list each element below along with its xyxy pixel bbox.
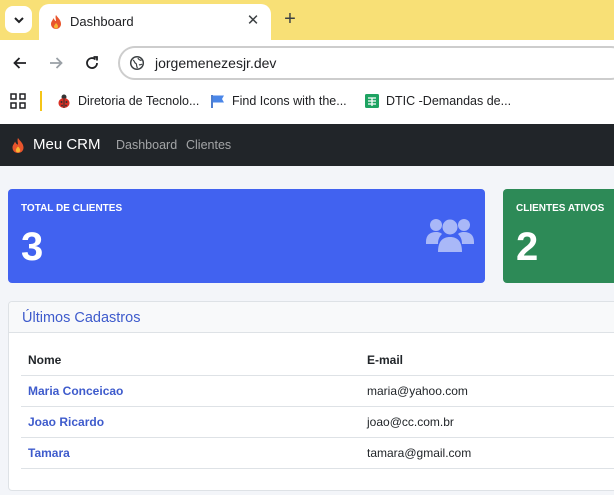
back-button[interactable] — [9, 52, 31, 74]
client-email: tamara@gmail.com — [367, 446, 472, 460]
client-name-link[interactable]: Maria Conceicao — [28, 384, 123, 398]
chevron-down-icon — [13, 16, 24, 23]
bookmarks-separator — [40, 91, 42, 111]
nav-link-clientes[interactable]: Clientes — [186, 138, 231, 152]
ladybug-icon — [58, 94, 70, 108]
fire-icon — [51, 15, 61, 29]
tab-search-button[interactable] — [5, 6, 32, 33]
stat-value: 3 — [21, 225, 44, 269]
reload-button[interactable] — [81, 52, 103, 74]
panel-title: Últimos Cadastros — [22, 310, 141, 326]
dashboard-page: TOTAL DE CLIENTES 3 CLIENTES ATIVOS 2 Úl… — [0, 166, 614, 495]
bookmark-label: DTIC -Demandas de... — [386, 94, 512, 108]
recent-clients-panel: Últimos Cadastros Nome E-mail Maria Conc… — [8, 301, 614, 491]
stat-card-clientes-ativos: CLIENTES ATIVOS 2 — [503, 189, 614, 283]
column-header-nome: Nome — [28, 353, 62, 367]
forward-arrow-icon — [50, 57, 63, 69]
fire-icon — [12, 138, 24, 153]
client-name-link[interactable]: Joao Ricardo — [28, 415, 104, 429]
tab-title: Dashboard — [70, 14, 134, 29]
forward-button[interactable] — [45, 52, 67, 74]
stat-label: TOTAL DE CLIENTES — [21, 203, 123, 214]
url-text: jorgemenezesjr.dev — [155, 55, 277, 71]
table-row: Maria Conceicao maria@yahoo.com — [21, 376, 614, 407]
client-email: joao@cc.com.br — [367, 415, 454, 429]
client-email: maria@yahoo.com — [367, 384, 468, 398]
new-tab-button[interactable]: + — [280, 9, 300, 29]
back-arrow-icon — [13, 57, 26, 69]
nav-link-dashboard[interactable]: Dashboard — [116, 138, 177, 152]
address-bar[interactable]: jorgemenezesjr.dev — [118, 46, 614, 80]
clients-table: Nome E-mail Maria Conceicao maria@yahoo.… — [21, 345, 614, 469]
brand-name[interactable]: Meu CRM — [33, 136, 101, 153]
panel-header: Últimos Cadastros — [9, 302, 614, 333]
app-navbar: Meu CRM Dashboard Clientes — [0, 124, 614, 166]
bookmark-diretoria[interactable]: Diretoria de Tecnolo... — [56, 90, 199, 112]
table-header-row: Nome E-mail — [21, 345, 614, 376]
stat-value: 2 — [516, 225, 539, 269]
table-row: Joao Ricardo joao@cc.com.br — [21, 407, 614, 438]
flag-icon — [211, 95, 224, 108]
stat-card-total-clientes: TOTAL DE CLIENTES 3 — [8, 189, 485, 283]
browser-tab-strip: Dashboard ✕ + — [0, 0, 614, 40]
stat-label: CLIENTES ATIVOS — [516, 203, 605, 214]
client-name-link[interactable]: Tamara — [28, 446, 70, 460]
bookmarks-bar: Diretoria de Tecnolo... Find Icons with … — [0, 86, 614, 124]
bookmark-find-icons[interactable]: Find Icons with the... — [210, 90, 347, 112]
browser-tab[interactable]: Dashboard ✕ — [39, 4, 271, 40]
table-row: Tamara tamara@gmail.com — [21, 438, 614, 469]
sheets-icon — [365, 94, 379, 108]
apps-grid-icon[interactable] — [10, 93, 26, 109]
browser-toolbar: jorgemenezesjr.dev — [0, 40, 614, 86]
reload-icon — [86, 56, 98, 69]
bookmark-label: Find Icons with the... — [232, 94, 347, 108]
bookmark-label: Diretoria de Tecnolo... — [78, 94, 200, 108]
site-info-icon[interactable] — [129, 55, 145, 71]
column-header-email: E-mail — [367, 353, 404, 367]
close-icon[interactable]: ✕ — [244, 12, 262, 30]
bookmark-dtic[interactable]: DTIC -Demandas de... — [364, 90, 511, 112]
users-icon — [426, 219, 474, 252]
